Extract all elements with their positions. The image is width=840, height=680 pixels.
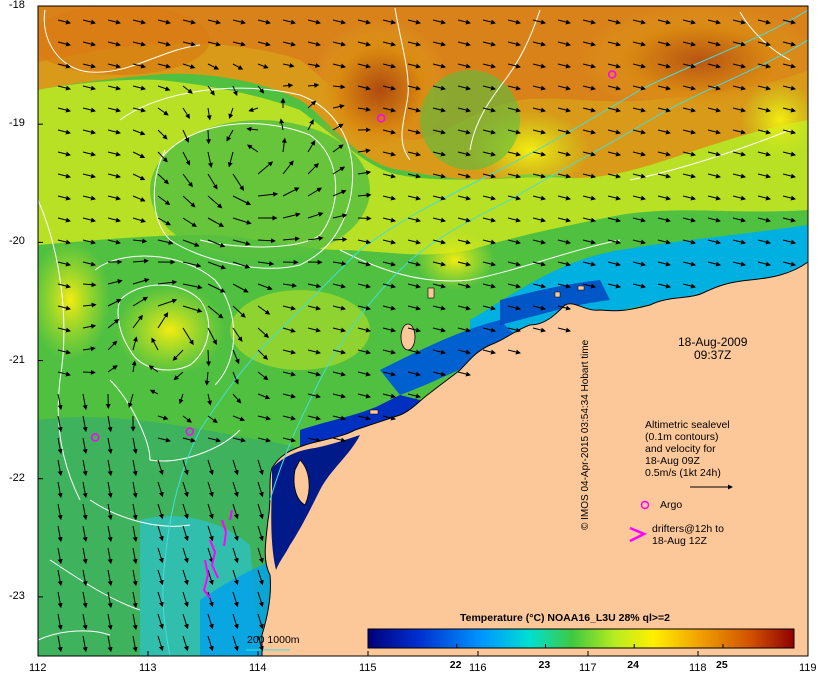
colorbar-tick-label: 22: [449, 659, 462, 671]
x-tick-label: 112: [29, 662, 47, 674]
velocity-arrow: [205, 129, 211, 145]
velocity-arrow: [357, 215, 372, 221]
y-tick-label: -23: [9, 589, 25, 602]
sealevel-legend-line: Altimetric sealevel: [645, 419, 730, 431]
argo-legend-label: Argo: [660, 499, 683, 511]
colorbar-tick-label: 25: [716, 659, 728, 671]
drifter-legend: drifters@12h to 18-Aug 12Z: [652, 523, 724, 547]
y-tick-label: -19: [9, 117, 25, 130]
y-tick-label: -20: [9, 235, 25, 248]
x-tick-label: 114: [249, 662, 267, 674]
island: [400, 323, 416, 351]
drifter-legend-line: 18-Aug 12Z: [652, 535, 707, 547]
sealevel-legend-line: and velocity for: [645, 443, 716, 455]
sealevel-legend-line: 0.5m/s (1kt 24h): [645, 467, 721, 479]
velocity-arrow: [332, 237, 348, 243]
x-tick-label: 117: [579, 662, 597, 674]
x-tick-label: 116: [469, 662, 487, 674]
y-tick-label: -21: [9, 353, 25, 366]
x-tick-label: 118: [689, 662, 707, 674]
colorbar-tick-label: 24: [627, 659, 639, 671]
colorbar-tick-label: 23: [538, 659, 551, 671]
depth-legend: 200 1000m: [247, 634, 300, 646]
date-label: 18-Aug-2009: [678, 335, 748, 349]
x-tick-label: 115: [359, 662, 377, 674]
credit: © IMOS 04-Apr-2015 03:54:34 Hobart time: [580, 339, 591, 530]
drifter-legend-line: drifters@12h to: [652, 523, 724, 535]
y-tick-label: -22: [9, 471, 25, 484]
y-tick-label: -18: [9, 0, 25, 11]
time-label: 09:37Z: [694, 348, 732, 362]
x-tick-label: 113: [139, 662, 157, 674]
velocity-arrow: [206, 349, 212, 367]
x-tick-label: 119: [799, 662, 817, 674]
sealevel-legend-line: (0.1m contours): [645, 431, 719, 443]
colorbar: [367, 628, 795, 649]
velocity-arrow: [82, 369, 96, 375]
colorbar-title: Temperature (°C) NOAA16_L3U 28% ql>=2: [460, 612, 670, 624]
sealevel-legend-line: 18-Aug 09Z: [645, 455, 700, 467]
sealevel-legend: Altimetric sealevel (0.1m contours) and …: [645, 419, 730, 479]
